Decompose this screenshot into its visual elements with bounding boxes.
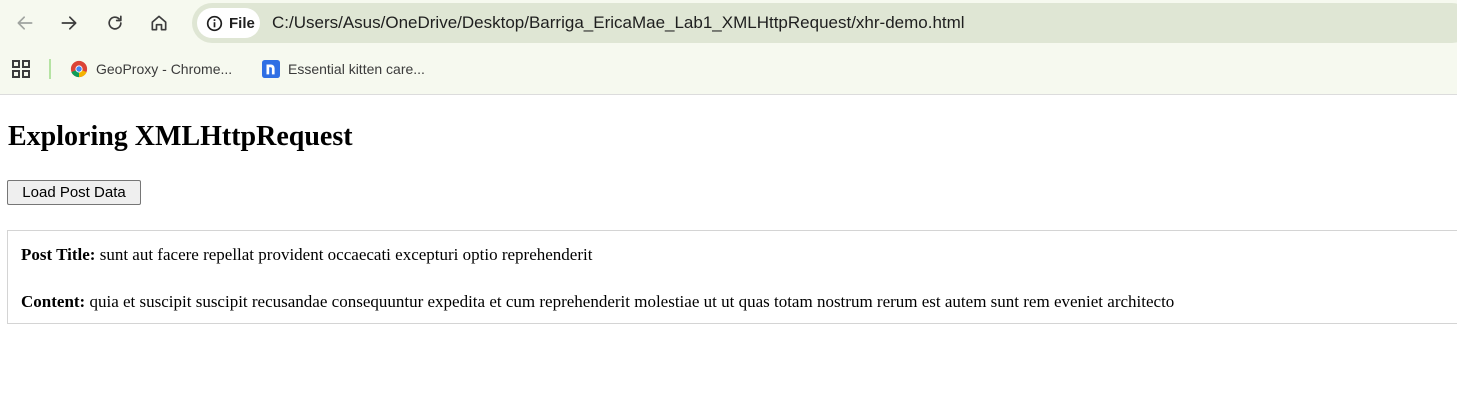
bookmark-geoproxy[interactable]: GeoProxy - Chrome... bbox=[70, 57, 232, 81]
post-title-label: Post Title: bbox=[21, 245, 96, 264]
bookmarks-separator bbox=[49, 59, 51, 79]
post-content-value: quia et suscipit suscipit recusandae con… bbox=[89, 292, 1175, 311]
site-info-chip[interactable]: File bbox=[197, 8, 260, 38]
back-button[interactable] bbox=[9, 7, 41, 39]
arrow-left-icon bbox=[17, 16, 33, 30]
forward-button[interactable] bbox=[53, 7, 85, 39]
page-title: Exploring XMLHttpRequest bbox=[8, 121, 353, 152]
chrome-icon bbox=[70, 60, 88, 78]
home-button[interactable] bbox=[143, 7, 175, 39]
bookmark-label: Essential kitten care... bbox=[288, 61, 425, 77]
post-title-line: Post Title: sunt aut facere repellat pro… bbox=[21, 245, 592, 265]
notion-n-icon bbox=[262, 60, 280, 78]
bookmarks-bar: GeoProxy - Chrome... Essential kitten ca… bbox=[0, 47, 1457, 95]
address-bar[interactable]: File C:/Users/Asus/OneDrive/Desktop/Barr… bbox=[192, 3, 1457, 43]
reload-icon bbox=[108, 15, 122, 30]
info-icon bbox=[206, 15, 223, 31]
browser-toolbar: File C:/Users/Asus/OneDrive/Desktop/Barr… bbox=[0, 0, 1457, 47]
reload-button[interactable] bbox=[99, 7, 131, 39]
home-icon bbox=[151, 15, 167, 31]
arrow-right-icon bbox=[61, 16, 77, 30]
apps-grid-icon[interactable] bbox=[11, 59, 31, 79]
bookmark-kitten-care[interactable]: Essential kitten care... bbox=[262, 57, 425, 81]
post-result-box: Post Title: sunt aut facere repellat pro… bbox=[7, 230, 1457, 324]
bookmark-label: GeoProxy - Chrome... bbox=[96, 61, 233, 77]
load-post-data-button[interactable]: Load Post Data bbox=[7, 180, 141, 205]
post-content-label: Content: bbox=[21, 292, 86, 311]
post-content-line: Content: quia et suscipit suscipit recus… bbox=[21, 292, 1174, 312]
url-text[interactable]: C:/Users/Asus/OneDrive/Desktop/Barriga_E… bbox=[272, 13, 965, 33]
post-title-value: sunt aut facere repellat provident occae… bbox=[99, 245, 593, 264]
site-chip-label: File bbox=[229, 14, 255, 32]
